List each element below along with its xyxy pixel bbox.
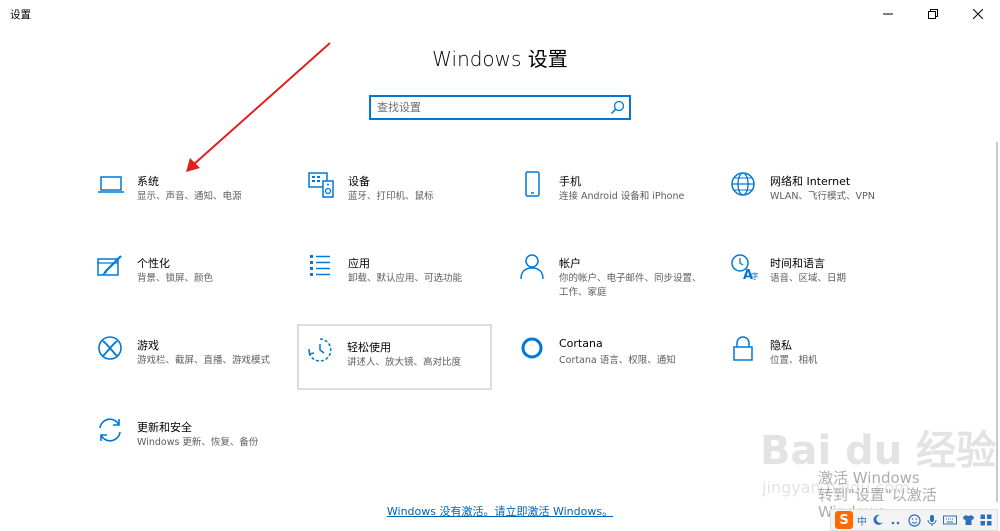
tile-description: 连接 Android 设备和 iPhone — [559, 191, 685, 202]
tile-update-security[interactable]: 更新和安全 Windows 更新、恢复、备份 — [97, 417, 291, 481]
phone-icon — [519, 171, 547, 199]
ime-toolbar: S 中 — [830, 509, 998, 531]
tile-description: 讲述人、放大镜、高对比度 — [347, 357, 462, 368]
tile-description: 游戏栏、截屏、直播、游戏模式 — [137, 355, 271, 366]
skin-shirt-icon[interactable] — [961, 513, 975, 527]
emoji-icon[interactable] — [907, 513, 921, 527]
tile-description: WLAN、飞行模式、VPN — [770, 191, 875, 202]
page-title: Windows 设置 — [432, 47, 568, 71]
close-button[interactable] — [955, 0, 1000, 28]
tile-description: 卸载、默认应用、可选功能 — [348, 273, 463, 284]
half-moon-icon[interactable] — [871, 513, 885, 527]
tile-devices[interactable]: 设备 蓝牙、打印机、鼠标 — [308, 171, 502, 235]
lock-icon — [730, 335, 758, 363]
tile-title: 系统 — [137, 175, 159, 188]
microphone-icon[interactable] — [925, 513, 939, 527]
tile-title: 应用 — [348, 257, 370, 270]
svg-text:字: 字 — [751, 271, 758, 281]
time-language-icon: A字 — [730, 253, 758, 281]
search-icon[interactable] — [610, 100, 625, 115]
close-icon — [972, 9, 983, 19]
laptop-icon — [97, 171, 125, 199]
grid-menu-icon[interactable] — [979, 513, 993, 527]
maximize-button[interactable] — [910, 0, 955, 28]
tile-cortana[interactable]: Cortana Cortana 语言、权限、通知 — [519, 335, 713, 399]
tile-title: 网络和 Internet — [770, 175, 851, 188]
keyboard-icon[interactable] — [943, 513, 957, 527]
tile-system[interactable]: 系统 显示、声音、通知、电源 — [97, 171, 291, 235]
devices-icon — [308, 171, 336, 199]
minimize-icon — [882, 13, 893, 15]
tile-description: Cortana 语言、权限、通知 — [559, 355, 676, 366]
tile-ease-of-access[interactable]: 轻松使用 讲述人、放大镜、高对比度 — [297, 324, 492, 390]
tile-time-language[interactable]: A字 时间和语言 语音、区域、日期 — [730, 253, 924, 317]
sogou-logo-icon[interactable]: S — [835, 511, 853, 529]
restore-icon — [927, 9, 938, 19]
tile-description: 蓝牙、打印机、鼠标 — [348, 191, 434, 202]
tile-title: 设备 — [348, 175, 370, 188]
xbox-icon — [97, 335, 125, 363]
ease-of-access-icon — [307, 337, 335, 365]
tile-apps[interactable]: 应用 卸载、默认应用、可选功能 — [308, 253, 502, 317]
tile-title: 个性化 — [137, 257, 170, 270]
tile-description: 语音、区域、日期 — [770, 273, 847, 284]
ime-mode-label[interactable]: 中 — [857, 513, 867, 528]
tile-description: 你的帐户、电子邮件、同步设置、工作、家庭 — [559, 273, 702, 298]
tile-phone[interactable]: 手机 连接 Android 设备和 iPhone — [519, 171, 713, 235]
tile-title: 更新和安全 — [137, 421, 192, 434]
person-icon — [519, 253, 547, 281]
cortana-icon — [519, 335, 547, 363]
apps-list-icon — [308, 253, 336, 281]
tile-title: Cortana — [559, 337, 603, 350]
tile-title: 隐私 — [770, 339, 792, 352]
minimize-button[interactable] — [865, 0, 910, 28]
title-bar: 设置 — [0, 0, 1000, 28]
tile-personalization[interactable]: 个性化 背景、锁屏、颜色 — [97, 253, 291, 317]
watermark-brand: Bai du 经验 — [760, 428, 997, 474]
punctuation-icon[interactable] — [889, 513, 903, 527]
tile-description: 显示、声音、通知、电源 — [137, 191, 242, 202]
tile-description: 背景、锁屏、颜色 — [137, 273, 214, 284]
tile-gaming[interactable]: 游戏 游戏栏、截屏、直播、游戏模式 — [97, 335, 291, 399]
tile-title: 轻松使用 — [347, 341, 391, 354]
tile-title: 手机 — [559, 175, 581, 188]
tile-network[interactable]: 网络和 Internet WLAN、飞行模式、VPN — [730, 171, 924, 235]
scrollbar[interactable] — [996, 142, 998, 502]
window-controls — [865, 0, 1000, 28]
tile-title: 帐户 — [559, 257, 581, 270]
window-title: 设置 — [10, 9, 31, 21]
tile-privacy[interactable]: 隐私 位置、相机 — [730, 335, 924, 399]
tile-description: 位置、相机 — [770, 355, 818, 366]
tile-title: 游戏 — [137, 339, 159, 352]
personalization-icon — [97, 253, 125, 281]
tile-description: Windows 更新、恢复、备份 — [137, 437, 259, 448]
search-box[interactable] — [369, 95, 631, 120]
tile-accounts[interactable]: 帐户 你的帐户、电子邮件、同步设置、工作、家庭 — [519, 253, 713, 317]
search-input[interactable] — [377, 99, 605, 116]
globe-icon — [730, 171, 758, 199]
update-icon — [97, 417, 125, 445]
tile-title: 时间和语言 — [770, 257, 825, 270]
